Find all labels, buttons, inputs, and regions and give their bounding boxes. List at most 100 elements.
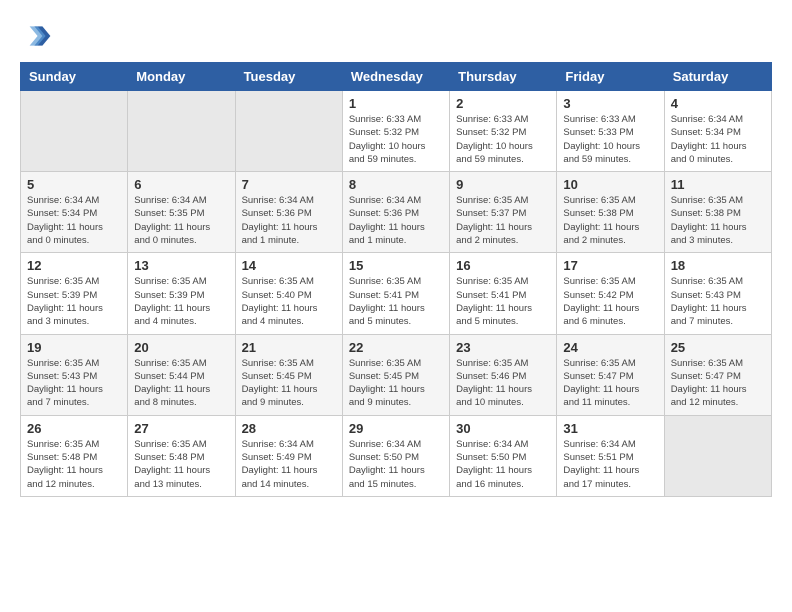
calendar-cell: 6 Sunrise: 6:34 AMSunset: 5:35 PMDaylight… (128, 172, 235, 253)
weekday-header: Tuesday (235, 63, 342, 91)
day-number: 22 (349, 340, 443, 355)
logo (20, 20, 58, 52)
calendar-cell: 13 Sunrise: 6:35 AMSunset: 5:39 PMDayligh… (128, 253, 235, 334)
day-number: 8 (349, 177, 443, 192)
day-info: Sunrise: 6:34 AMSunset: 5:49 PMDaylight:… (242, 438, 336, 491)
calendar-cell: 19Sunrise: 6:35 AMSunset: 5:43 PMDayligh… (21, 334, 128, 415)
calendar-cell: 27Sunrise: 6:35 AMSunset: 5:48 PMDayligh… (128, 415, 235, 496)
day-number: 29 (349, 421, 443, 436)
day-info: Sunrise: 6:35 AMSunset: 5:47 PMDaylight:… (563, 357, 657, 410)
calendar-cell: 4 Sunrise: 6:34 AMSunset: 5:34 PMDaylight… (664, 91, 771, 172)
day-info: Sunrise: 6:35 AMSunset: 5:37 PMDaylight:… (456, 194, 550, 247)
day-info: Sunrise: 6:35 AMSunset: 5:38 PMDaylight:… (563, 194, 657, 247)
logo-icon (20, 20, 52, 52)
day-number: 31 (563, 421, 657, 436)
day-number: 3 (563, 96, 657, 111)
day-number: 14 (242, 258, 336, 273)
day-info: Sunrise: 6:34 AMSunset: 5:50 PMDaylight:… (349, 438, 443, 491)
day-number: 11 (671, 177, 765, 192)
day-number: 26 (27, 421, 121, 436)
day-info: Sunrise: 6:35 AMSunset: 5:45 PMDaylight:… (349, 357, 443, 410)
calendar-cell: 8Sunrise: 6:34 AMSunset: 5:36 PMDaylight… (342, 172, 449, 253)
calendar-cell: 30 Sunrise: 6:34 AMSunset: 5:50 PMDayligh… (450, 415, 557, 496)
calendar-cell: 22 Sunrise: 6:35 AMSunset: 5:45 PMDayligh… (342, 334, 449, 415)
weekday-header: Sunday (21, 63, 128, 91)
day-info: Sunrise: 6:34 AMSunset: 5:35 PMDaylight:… (134, 194, 228, 247)
calendar-cell: 23 Sunrise: 6:35 AMSunset: 5:46 PMDayligh… (450, 334, 557, 415)
day-number: 6 (134, 177, 228, 192)
calendar-week-row: 26 Sunrise: 6:35 AMSunset: 5:48 PMDayligh… (21, 415, 772, 496)
calendar-week-row: 12 Sunrise: 6:35 AMSunset: 5:39 PMDayligh… (21, 253, 772, 334)
day-number: 25 (671, 340, 765, 355)
calendar-cell: 11 Sunrise: 6:35 AMSunset: 5:38 PMDayligh… (664, 172, 771, 253)
day-number: 23 (456, 340, 550, 355)
weekday-header: Friday (557, 63, 664, 91)
day-number: 4 (671, 96, 765, 111)
day-number: 16 (456, 258, 550, 273)
calendar-cell: 29 Sunrise: 6:34 AMSunset: 5:50 PMDayligh… (342, 415, 449, 496)
calendar-cell: 21 Sunrise: 6:35 AMSunset: 5:45 PMDayligh… (235, 334, 342, 415)
day-number: 20 (134, 340, 228, 355)
day-number: 15 (349, 258, 443, 273)
day-info: Sunrise: 6:35 AMSunset: 5:38 PMDaylight:… (671, 194, 765, 247)
day-info: Sunrise: 6:33 AMSunset: 5:32 PMDaylight:… (456, 113, 550, 166)
day-info: Sunrise: 6:34 AMSunset: 5:50 PMDaylight:… (456, 438, 550, 491)
day-number: 7 (242, 177, 336, 192)
day-info: Sunrise: 6:35 AMSunset: 5:46 PMDaylight:… (456, 357, 550, 410)
calendar-cell (21, 91, 128, 172)
calendar-cell: 1 Sunrise: 6:33 AMSunset: 5:32 PMDaylight… (342, 91, 449, 172)
calendar-cell: 9 Sunrise: 6:35 AMSunset: 5:37 PMDaylight… (450, 172, 557, 253)
calendar-cell: 2 Sunrise: 6:33 AMSunset: 5:32 PMDaylight… (450, 91, 557, 172)
day-number: 1 (349, 96, 443, 111)
calendar-cell: 17 Sunrise: 6:35 AMSunset: 5:42 PMDayligh… (557, 253, 664, 334)
day-info: Sunrise: 6:35 AMSunset: 5:40 PMDaylight:… (242, 275, 336, 328)
calendar-week-row: 1 Sunrise: 6:33 AMSunset: 5:32 PMDaylight… (21, 91, 772, 172)
calendar-week-row: 19Sunrise: 6:35 AMSunset: 5:43 PMDayligh… (21, 334, 772, 415)
day-info: Sunrise: 6:35 AMSunset: 5:45 PMDaylight:… (242, 357, 336, 410)
day-number: 21 (242, 340, 336, 355)
day-number: 5 (27, 177, 121, 192)
calendar-cell: 15Sunrise: 6:35 AMSunset: 5:41 PMDayligh… (342, 253, 449, 334)
weekday-header: Monday (128, 63, 235, 91)
day-number: 12 (27, 258, 121, 273)
calendar-cell: 3Sunrise: 6:33 AMSunset: 5:33 PMDaylight… (557, 91, 664, 172)
weekday-header: Wednesday (342, 63, 449, 91)
day-info: Sunrise: 6:35 AMSunset: 5:48 PMDaylight:… (27, 438, 121, 491)
calendar-cell: 18Sunrise: 6:35 AMSunset: 5:43 PMDayligh… (664, 253, 771, 334)
day-info: Sunrise: 6:35 AMSunset: 5:42 PMDaylight:… (563, 275, 657, 328)
calendar-week-row: 5 Sunrise: 6:34 AMSunset: 5:34 PMDaylight… (21, 172, 772, 253)
day-info: Sunrise: 6:35 AMSunset: 5:39 PMDaylight:… (134, 275, 228, 328)
weekday-header: Saturday (664, 63, 771, 91)
day-number: 24 (563, 340, 657, 355)
weekday-header: Thursday (450, 63, 557, 91)
day-number: 2 (456, 96, 550, 111)
day-number: 17 (563, 258, 657, 273)
day-number: 9 (456, 177, 550, 192)
day-info: Sunrise: 6:35 AMSunset: 5:43 PMDaylight:… (27, 357, 121, 410)
day-info: Sunrise: 6:35 AMSunset: 5:47 PMDaylight:… (671, 357, 765, 410)
day-info: Sunrise: 6:35 AMSunset: 5:43 PMDaylight:… (671, 275, 765, 328)
calendar-cell (664, 415, 771, 496)
calendar-cell: 20 Sunrise: 6:35 AMSunset: 5:44 PMDayligh… (128, 334, 235, 415)
calendar-cell: 10Sunrise: 6:35 AMSunset: 5:38 PMDayligh… (557, 172, 664, 253)
calendar-cell: 14 Sunrise: 6:35 AMSunset: 5:40 PMDayligh… (235, 253, 342, 334)
calendar-cell: 12 Sunrise: 6:35 AMSunset: 5:39 PMDayligh… (21, 253, 128, 334)
calendar-table: SundayMondayTuesdayWednesdayThursdayFrid… (20, 62, 772, 497)
day-info: Sunrise: 6:35 AMSunset: 5:44 PMDaylight:… (134, 357, 228, 410)
day-info: Sunrise: 6:35 AMSunset: 5:39 PMDaylight:… (27, 275, 121, 328)
calendar-cell (128, 91, 235, 172)
day-number: 13 (134, 258, 228, 273)
day-info: Sunrise: 6:33 AMSunset: 5:32 PMDaylight:… (349, 113, 443, 166)
calendar-cell: 5 Sunrise: 6:34 AMSunset: 5:34 PMDaylight… (21, 172, 128, 253)
page-header (20, 20, 772, 52)
day-info: Sunrise: 6:35 AMSunset: 5:41 PMDaylight:… (456, 275, 550, 328)
calendar-cell: 25 Sunrise: 6:35 AMSunset: 5:47 PMDayligh… (664, 334, 771, 415)
day-number: 28 (242, 421, 336, 436)
calendar-cell: 31Sunrise: 6:34 AMSunset: 5:51 PMDayligh… (557, 415, 664, 496)
day-number: 30 (456, 421, 550, 436)
calendar-header-row: SundayMondayTuesdayWednesdayThursdayFrid… (21, 63, 772, 91)
day-info: Sunrise: 6:34 AMSunset: 5:34 PMDaylight:… (671, 113, 765, 166)
day-info: Sunrise: 6:35 AMSunset: 5:48 PMDaylight:… (134, 438, 228, 491)
day-info: Sunrise: 6:34 AMSunset: 5:34 PMDaylight:… (27, 194, 121, 247)
day-info: Sunrise: 6:34 AMSunset: 5:36 PMDaylight:… (242, 194, 336, 247)
